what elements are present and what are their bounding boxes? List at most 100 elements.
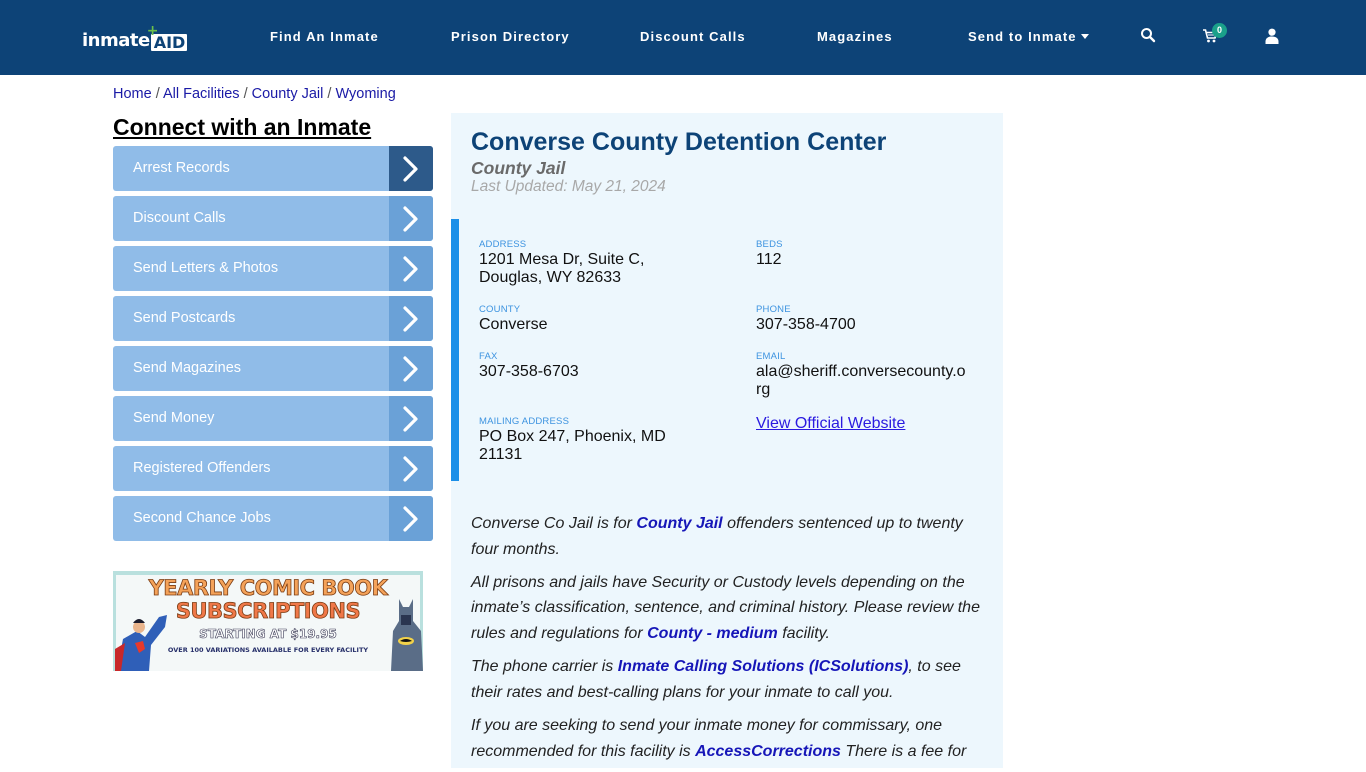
phone-value: 307-358-4700 xyxy=(756,316,856,333)
phone-label: PHONE xyxy=(756,304,791,315)
nav-prison-directory[interactable]: Prison Directory xyxy=(451,29,570,45)
chevron-right-icon xyxy=(389,296,433,341)
paragraph-text: Converse Co Jail is for xyxy=(471,515,637,532)
county-jail-link[interactable]: County Jail xyxy=(636,515,722,532)
sidebar-item-send-magazines[interactable]: Send Magazines xyxy=(113,346,433,391)
mailing-address-line2: 21131 xyxy=(479,446,523,463)
county-field: COUNTY Converse xyxy=(479,304,547,334)
view-official-website-link[interactable]: View Official Website xyxy=(756,415,905,432)
sidebar-item-label: Send Letters & Photos xyxy=(133,260,279,276)
address-label: ADDRESS xyxy=(479,239,527,250)
facility-card: Converse County Detention Center County … xyxy=(451,113,1003,768)
sidebar-item-label: Send Money xyxy=(133,410,215,426)
nav-magazines[interactable]: Magazines xyxy=(817,29,893,45)
beds-label: BEDS xyxy=(756,239,783,250)
beds-field: BEDS 112 xyxy=(756,239,783,269)
address-line2: Douglas, WY 82633 xyxy=(479,269,622,286)
email-line2: rg xyxy=(756,381,771,398)
facility-description: Converse Co Jail is for County Jail offe… xyxy=(471,511,986,772)
logo-text-inmate: inmate xyxy=(82,30,150,51)
sidebar-item-label: Send Magazines xyxy=(133,360,242,376)
sidebar-item-send-postcards[interactable]: Send Postcards xyxy=(113,296,433,341)
breadcrumb-all-facilities[interactable]: All Facilities xyxy=(163,86,240,102)
sidebar-item-registered-offenders[interactable]: Registered Offenders xyxy=(113,446,433,491)
paragraph-text: The phone carrier is xyxy=(471,658,618,676)
sidebar-item-send-letters-photos[interactable]: Send Letters & Photos xyxy=(113,246,433,291)
sidebar-item-send-money[interactable]: Send Money xyxy=(113,396,433,441)
beds-value: 112 xyxy=(756,251,782,268)
chevron-right-icon xyxy=(389,446,433,491)
search-icon xyxy=(1141,28,1156,43)
description-paragraph: Converse Co Jail is for County Jail offe… xyxy=(471,511,986,562)
facility-name: Converse County Detention Center xyxy=(471,128,887,156)
ad-price: STARTING AT $19.95 xyxy=(199,627,337,642)
chevron-right-icon xyxy=(389,196,433,241)
search-button[interactable] xyxy=(1140,27,1160,47)
ad-tagline: OVER 100 VARIATIONS AVAILABLE FOR EVERY … xyxy=(167,646,369,654)
breadcrumb-home[interactable]: Home xyxy=(113,86,152,102)
website-field: View Official Website xyxy=(756,415,905,433)
sidebar-item-arrest-records[interactable]: Arrest Records xyxy=(113,146,433,191)
paragraph-text: facility. xyxy=(777,624,830,642)
inmateaid-logo[interactable]: inmate + AID xyxy=(82,24,188,52)
comic-subscription-ad-banner[interactable]: YEARLY COMIC BOOK SUBSCRIPTIONS STARTING… xyxy=(113,571,423,671)
fax-value: 307-358-6703 xyxy=(479,363,579,380)
ad-headline: YEARLY COMIC BOOK xyxy=(148,576,388,600)
breadcrumb: Home / All Facilities / County Jail / Wy… xyxy=(113,85,396,103)
security-level-link[interactable]: County - medium xyxy=(647,625,778,642)
nav-discount-calls[interactable]: Discount Calls xyxy=(640,29,746,45)
email-line1: ala@sheriff.conversecounty.o xyxy=(756,363,966,380)
chevron-right-icon xyxy=(389,346,433,391)
logo-aid-label: AID xyxy=(153,33,186,52)
chevron-right-icon xyxy=(389,496,433,541)
nav-find-an-inmate[interactable]: Find An Inmate xyxy=(270,29,379,45)
logo-plus-icon: + xyxy=(146,23,159,39)
breadcrumb-separator: / xyxy=(155,86,163,102)
sidebar-item-label: Second Chance Jobs xyxy=(133,510,271,526)
last-updated: Last Updated: May 21, 2024 xyxy=(471,178,666,195)
caret-down-icon xyxy=(1080,34,1089,39)
mailing-address-line1: PO Box 247, Phoenix, MD xyxy=(479,428,666,445)
breadcrumb-separator: / xyxy=(243,86,252,102)
paragraph-text: There is a fee for xyxy=(840,742,967,760)
description-paragraph: All prisons and jails have Security or C… xyxy=(471,570,986,647)
facility-info-panel: ADDRESS 1201 Mesa Dr, Suite C, Douglas, … xyxy=(451,219,1003,481)
sidebar-item-label: Registered Offenders xyxy=(133,460,271,476)
cart-count-badge: 0 xyxy=(1212,23,1227,38)
user-icon xyxy=(1265,28,1279,44)
sidebar-item-label: Send Postcards xyxy=(133,310,236,326)
breadcrumb-wyoming[interactable]: Wyoming xyxy=(335,86,395,102)
county-label: COUNTY xyxy=(479,304,521,315)
mailing-address-field: MAILING ADDRESS PO Box 247, Phoenix, MD … xyxy=(479,416,666,464)
nav-send-to-inmate[interactable]: Send to Inmate xyxy=(968,29,1089,45)
sidebar-item-label: Discount Calls xyxy=(133,210,226,226)
mailing-address-label: MAILING ADDRESS xyxy=(479,416,570,427)
facility-type: County Jail xyxy=(471,158,566,178)
chevron-right-icon xyxy=(389,246,433,291)
sidebar-item-discount-calls[interactable]: Discount Calls xyxy=(113,196,433,241)
sidebar-item-label: Arrest Records xyxy=(133,160,230,176)
address-line1: 1201 Mesa Dr, Suite C, xyxy=(479,251,645,268)
money-provider-link[interactable]: AccessCorrections xyxy=(695,743,841,760)
chevron-right-icon xyxy=(389,396,433,441)
phone-carrier-link[interactable]: Inmate Calling Solutions (ICSolutions) xyxy=(618,658,909,675)
phone-field: PHONE 307-358-4700 xyxy=(756,304,856,334)
sidebar-item-second-chance-jobs[interactable]: Second Chance Jobs xyxy=(113,496,433,541)
email-label: EMAIL xyxy=(756,351,786,362)
description-paragraph: If you are seeking to send your inmate m… xyxy=(471,713,986,764)
chevron-right-icon xyxy=(389,146,433,191)
ad-headline-2: SUBSCRIPTIONS xyxy=(175,599,361,623)
connect-menu: Arrest Records Discount Calls Send Lette… xyxy=(113,146,433,546)
connect-with-inmate-heading: Connect with an Inmate xyxy=(113,114,372,140)
county-value: Converse xyxy=(479,316,548,333)
breadcrumb-county-jail[interactable]: County Jail xyxy=(252,86,324,102)
address-field: ADDRESS 1201 Mesa Dr, Suite C, Douglas, … xyxy=(479,239,644,287)
nav-send-to-inmate-label: Send to Inmate xyxy=(968,29,1077,44)
top-navigation-bar: inmate + AID Find An Inmate Prison Direct… xyxy=(0,0,1366,75)
logo-text-aid: + AID xyxy=(147,24,188,52)
fax-field: FAX 307-358-6703 xyxy=(479,351,579,381)
email-field: EMAIL ala@sheriff.conversecounty.o rg xyxy=(756,351,966,399)
fax-label: FAX xyxy=(479,351,498,362)
description-paragraph: The phone carrier is Inmate Calling Solu… xyxy=(471,654,986,705)
account-button[interactable] xyxy=(1265,28,1285,48)
